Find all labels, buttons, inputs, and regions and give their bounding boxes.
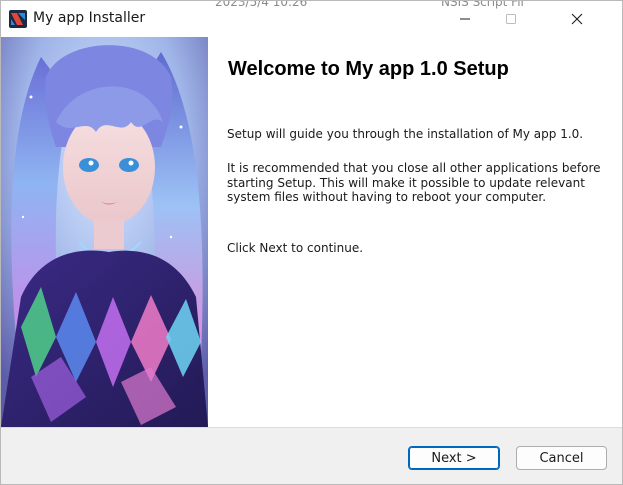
intro-text: Setup will guide you through the install… [227, 127, 584, 141]
installer-window: 2023/5/4 10:26 NSIS Script Fil My app In… [0, 0, 623, 485]
next-button[interactable]: Next > [408, 446, 500, 470]
welcome-side-image [1, 37, 208, 427]
continue-instruction-text: Click Next to continue. [227, 241, 364, 255]
nsis-installer-icon [9, 10, 27, 28]
close-button[interactable] [554, 1, 600, 37]
page-title: Welcome to My app 1.0 Setup [228, 58, 509, 80]
window-title: My app Installer [33, 10, 146, 26]
cancel-button[interactable]: Cancel [516, 446, 607, 470]
welcome-content: Welcome to My app 1.0 Setup Setup will g… [208, 37, 622, 427]
minimize-icon [460, 18, 470, 20]
maximize-button [488, 1, 534, 37]
minimize-button[interactable] [442, 1, 488, 37]
button-bar: Next > Cancel [1, 427, 622, 484]
title-bar[interactable]: 2023/5/4 10:26 NSIS Script Fil My app In… [1, 1, 622, 37]
maximize-icon [506, 14, 516, 24]
recommendation-text: It is recommended that you close all oth… [227, 161, 601, 204]
background-window-text: 2023/5/4 10:26 [215, 0, 308, 9]
close-icon [571, 13, 583, 25]
